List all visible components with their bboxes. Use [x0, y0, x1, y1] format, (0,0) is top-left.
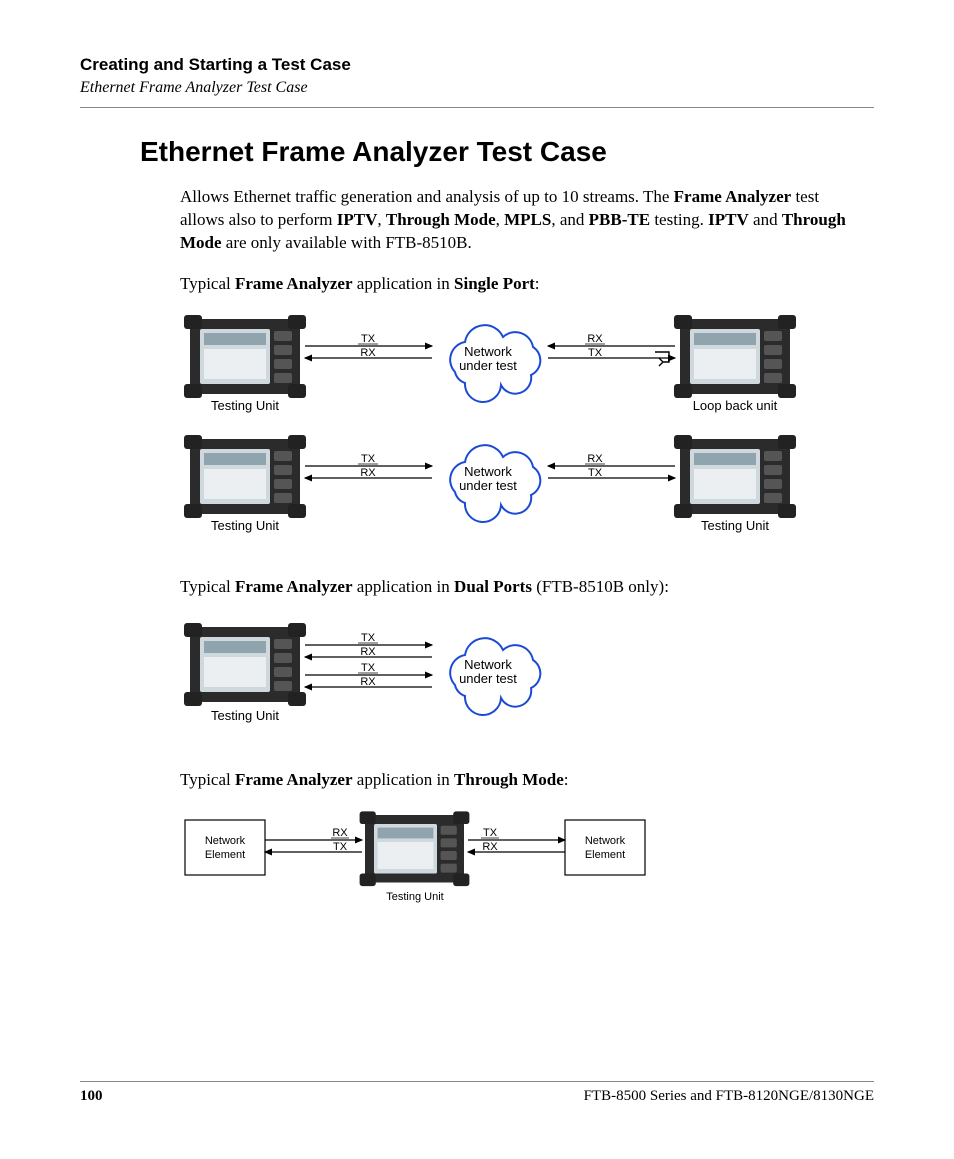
header-rule	[80, 107, 874, 108]
tx-label: TX	[361, 453, 376, 465]
rx-label: RX	[587, 333, 603, 345]
rx-label: RX	[360, 467, 376, 479]
rx-label: RX	[360, 646, 376, 658]
nut-label-1: Network	[464, 464, 512, 479]
testing-unit-label: Testing Unit	[211, 708, 279, 723]
testing-unit-label: Testing Unit	[211, 398, 279, 413]
testing-unit-icon	[184, 315, 306, 398]
rx-label: RX	[360, 347, 376, 359]
testing-unit-icon	[360, 811, 470, 886]
nut-label-2: under test	[459, 358, 517, 373]
testing-unit-label: Testing Unit	[701, 518, 769, 533]
footer-doc-title: FTB-8500 Series and FTB-8120NGE/8130NGE	[584, 1088, 874, 1105]
network-element-label-2: Element	[205, 849, 245, 861]
network-element-label-1: Network	[205, 835, 246, 847]
rx-label: RX	[332, 827, 348, 839]
caption-dual-ports: Typical Frame Analyzer application in Du…	[180, 576, 864, 599]
tx-label: TX	[588, 347, 603, 359]
intro-paragraph: Allows Ethernet traffic generation and a…	[180, 186, 864, 255]
testing-unit-icon	[184, 435, 306, 518]
tx-label: TX	[588, 467, 603, 479]
network-element-label-1: Network	[585, 835, 626, 847]
page-footer: 100 FTB-8500 Series and FTB-8120NGE/8130…	[80, 1081, 874, 1105]
testing-unit-label: Testing Unit	[386, 891, 443, 903]
loopback-icon	[655, 352, 669, 366]
tx-label: TX	[333, 841, 348, 853]
network-element-label-2: Element	[585, 849, 625, 861]
figure-single-port: Testing Unit Network under test Loop bac…	[180, 314, 864, 556]
nut-label-1: Network	[464, 344, 512, 359]
rx-label: RX	[360, 676, 376, 688]
network-element-box	[185, 820, 265, 875]
nut-label-1: Network	[464, 657, 512, 672]
tx-label: TX	[483, 827, 498, 839]
tx-label: TX	[361, 632, 376, 644]
loopback-label: Loop back unit	[693, 398, 778, 413]
testing-unit-icon	[674, 435, 796, 518]
loopback-unit-icon	[674, 315, 796, 398]
running-header-subtitle: Ethernet Frame Analyzer Test Case	[80, 79, 874, 97]
rx-label: RX	[587, 453, 603, 465]
tx-label: TX	[361, 662, 376, 674]
running-header-title: Creating and Starting a Test Case	[80, 55, 874, 75]
page-number: 100	[80, 1088, 103, 1105]
testing-unit-icon	[184, 623, 306, 706]
rx-label: RX	[482, 841, 498, 853]
nut-label-2: under test	[459, 671, 517, 686]
testing-unit-label: Testing Unit	[211, 518, 279, 533]
figure-through-mode: Network Element Testing Unit Network Ele…	[180, 810, 864, 922]
tx-label: TX	[361, 333, 376, 345]
caption-single-port: Typical Frame Analyzer application in Si…	[180, 273, 864, 296]
network-element-box	[565, 820, 645, 875]
nut-label-2: under test	[459, 478, 517, 493]
caption-through-mode: Typical Frame Analyzer application in Th…	[180, 769, 864, 792]
page-title: Ethernet Frame Analyzer Test Case	[140, 136, 874, 168]
figure-dual-ports: Testing Unit Network under test TX RX TX…	[180, 617, 864, 749]
